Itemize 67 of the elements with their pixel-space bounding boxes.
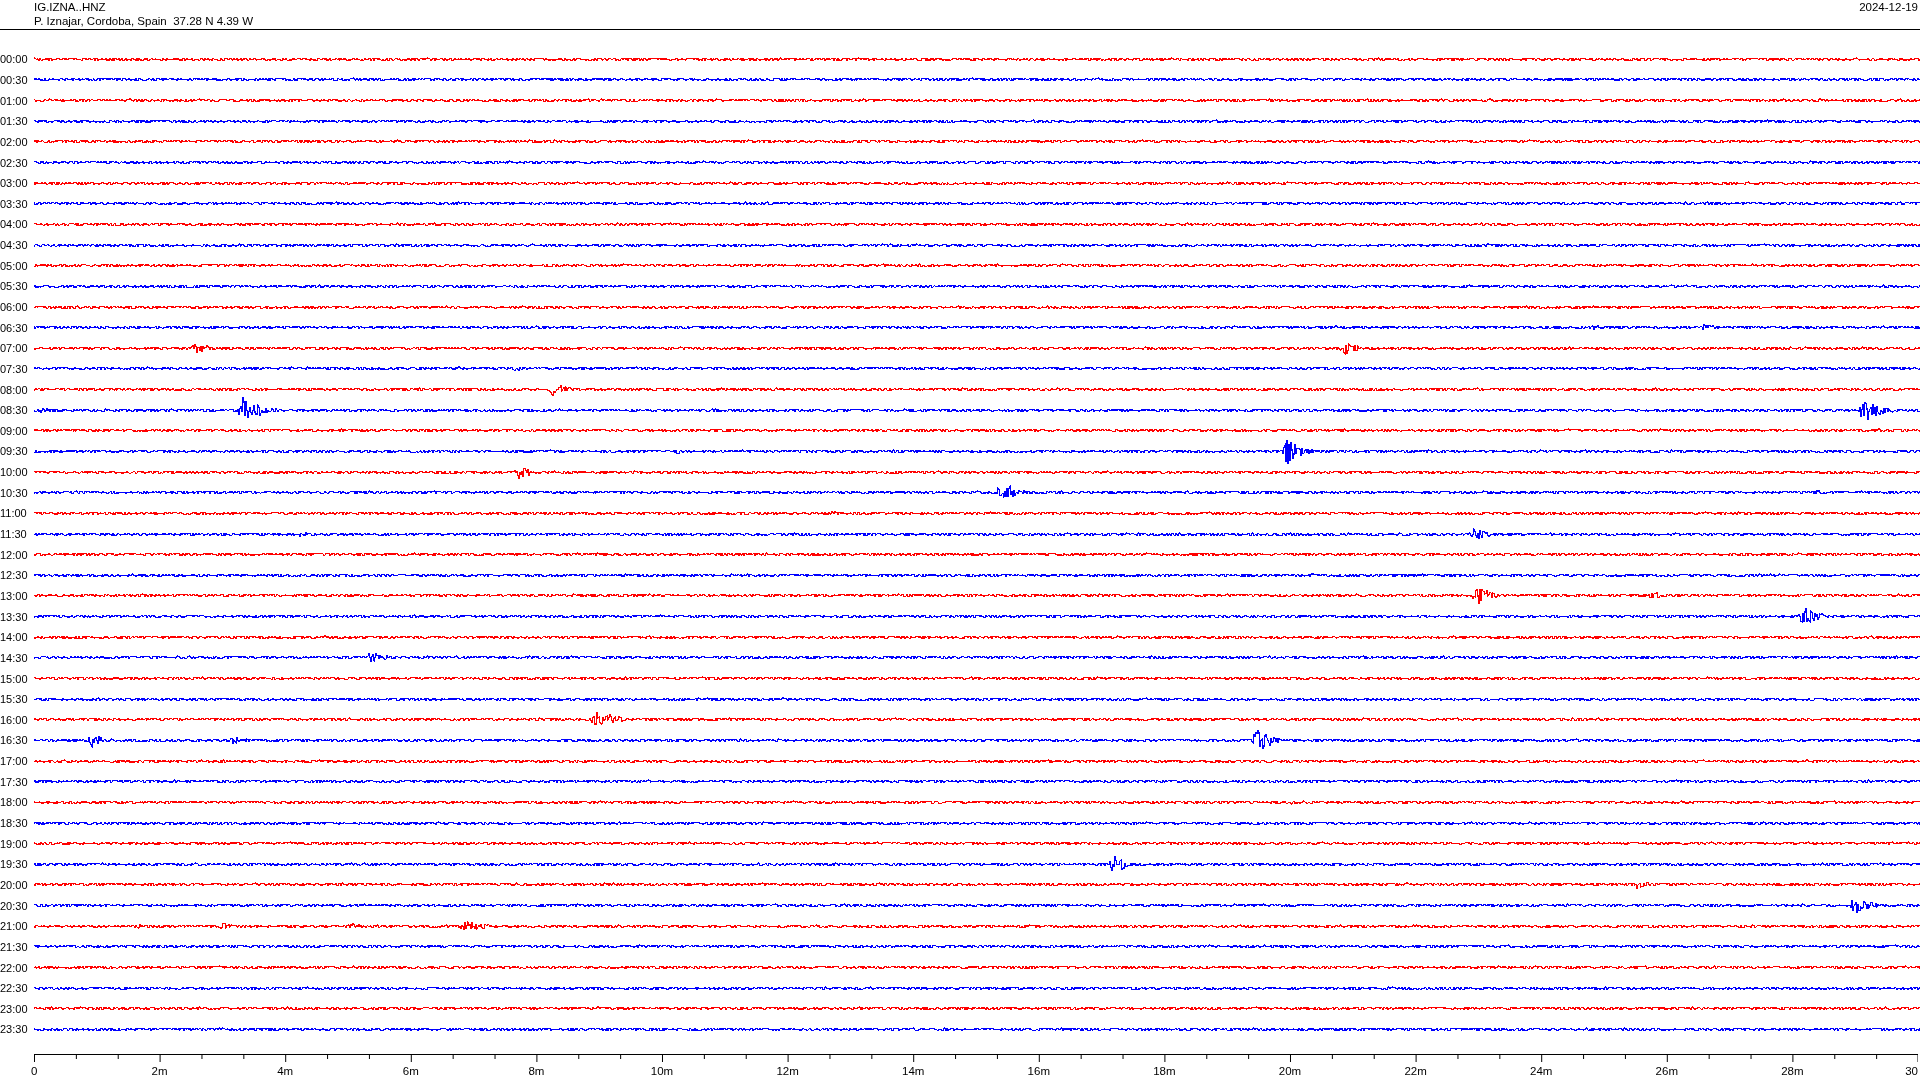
time-label: 13:00	[0, 588, 29, 603]
time-label: 13:30	[0, 609, 29, 624]
time-label: 20:30	[0, 898, 29, 913]
time-label: 18:00	[0, 795, 29, 810]
time-label: 12:30	[0, 568, 29, 583]
axis-label: 20m	[1278, 1063, 1302, 1078]
time-label: 10:30	[0, 485, 29, 500]
time-label: 14:00	[0, 630, 29, 645]
time-label: 01:30	[0, 114, 29, 129]
time-label: 19:00	[0, 836, 29, 851]
time-label: 00:00	[0, 52, 29, 67]
time-label: 08:00	[0, 382, 29, 397]
time-label: 19:30	[0, 857, 29, 872]
time-label: 07:30	[0, 361, 29, 376]
time-label: 16:30	[0, 733, 29, 748]
time-label: 22:30	[0, 981, 29, 996]
axis-label: 18m	[1153, 1063, 1176, 1078]
time-label: 23:30	[0, 1022, 29, 1037]
time-label: 11:30	[0, 527, 28, 542]
time-label: 06:30	[0, 320, 29, 335]
axis-label: 28m	[1781, 1063, 1804, 1078]
station-location: P. Iznajar, Cordoba, Spain 37.28 N 4.39 W	[34, 14, 254, 28]
time-label: 15:30	[0, 692, 29, 707]
axis-label: 26m	[1655, 1063, 1678, 1078]
time-label: 05:00	[0, 258, 29, 273]
axis-label: 24m	[1530, 1063, 1553, 1078]
axis-label: 12m	[776, 1063, 799, 1078]
axis-label: 10m	[650, 1063, 674, 1078]
axis-label: 0	[31, 1063, 38, 1078]
time-label: 03:00	[0, 176, 29, 191]
time-label: 01:00	[0, 93, 29, 108]
time-label: 03:30	[0, 196, 29, 211]
time-label: 23:00	[0, 1001, 29, 1016]
time-label: 05:30	[0, 279, 29, 294]
time-label: 02:00	[0, 134, 29, 149]
time-label: 22:00	[0, 960, 29, 975]
time-label: 04:00	[0, 217, 29, 232]
axis-label: 22m	[1404, 1063, 1427, 1078]
time-label: 09:30	[0, 444, 29, 459]
time-label: 08:30	[0, 403, 29, 418]
date-label: 2024-12-19	[1859, 0, 1918, 14]
axis-label: 8m	[528, 1063, 545, 1078]
time-label: 18:30	[0, 816, 29, 830]
station-code: IG.IZNA..HNZ	[34, 0, 107, 14]
time-label: 02:30	[0, 155, 29, 170]
time-label: 07:00	[0, 341, 29, 356]
axis-label: 16m	[1027, 1063, 1050, 1078]
time-label: 16:00	[0, 712, 29, 727]
axis-label: 14m	[902, 1063, 925, 1078]
time-label: 10:00	[0, 465, 29, 480]
time-label: 21:30	[0, 939, 29, 954]
time-label: 20:00	[0, 877, 29, 892]
time-label: 17:30	[0, 774, 29, 789]
time-label: 06:00	[0, 300, 29, 314]
time-label: 09:00	[0, 423, 29, 438]
axis-label: 6m	[402, 1063, 419, 1078]
time-label: 15:00	[0, 671, 29, 686]
time-label: 04:30	[0, 238, 29, 253]
time-label: 00:30	[0, 72, 29, 87]
time-label: 11:00	[0, 506, 28, 521]
time-label: 12:00	[0, 547, 29, 562]
time-label: 21:00	[0, 919, 29, 934]
axis-label: 4m	[277, 1063, 294, 1078]
time-label: 14:30	[0, 650, 29, 665]
axis-label: 2m	[151, 1063, 168, 1078]
axis-label: 30	[1905, 1063, 1918, 1078]
time-label: 17:00	[0, 754, 29, 769]
